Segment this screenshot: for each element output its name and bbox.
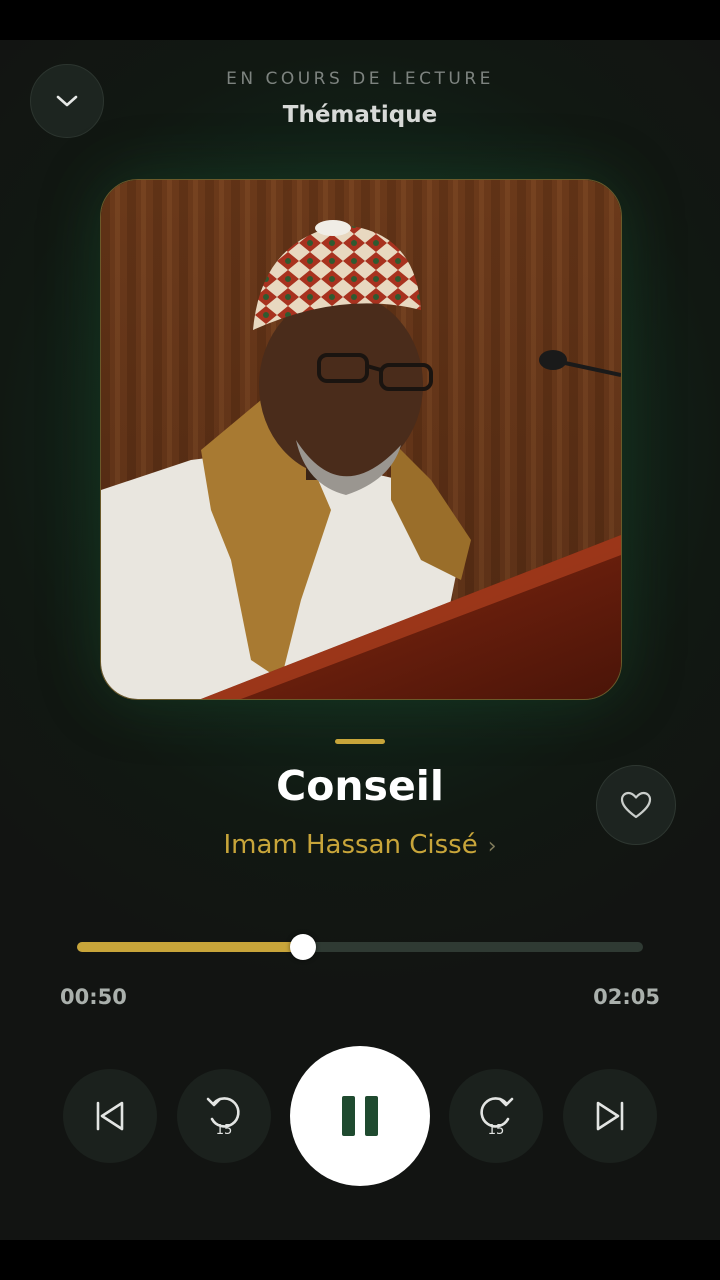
rewind-seconds: 15 — [215, 1123, 233, 1138]
skip-next-icon — [596, 1101, 624, 1131]
forward-seconds: 15 — [487, 1123, 505, 1138]
playlist-context-title: Thématique — [282, 102, 438, 128]
accent-divider — [335, 739, 385, 744]
progress-thumb[interactable] — [290, 934, 317, 960]
artist-name: Imam Hassan Cissé — [223, 830, 478, 860]
chevron-right-icon: › — [487, 834, 497, 859]
total-duration: 02:05 — [593, 985, 660, 1009]
skip-previous-icon — [96, 1101, 124, 1131]
next-button[interactable] — [563, 1069, 657, 1163]
elapsed-time: 00:50 — [60, 985, 127, 1009]
album-artwork — [100, 179, 622, 700]
heart-outline-icon — [620, 791, 652, 819]
previous-button[interactable] — [63, 1069, 157, 1163]
top-bar: EN COURS DE LECTURE Thématique — [0, 40, 720, 180]
play-pause-button[interactable] — [290, 1046, 430, 1186]
now-playing-label: EN COURS DE LECTURE — [226, 69, 494, 89]
progress-fill — [77, 942, 304, 952]
now-playing-screen: EN COURS DE LECTURE Thématique Conseil I… — [0, 40, 720, 1240]
forward-15-button[interactable]: 15 — [449, 1069, 543, 1163]
rewind-15-button[interactable]: 15 — [177, 1069, 271, 1163]
progress-slider[interactable] — [77, 934, 643, 960]
pause-icon — [342, 1096, 378, 1136]
favorite-button[interactable] — [596, 765, 676, 845]
